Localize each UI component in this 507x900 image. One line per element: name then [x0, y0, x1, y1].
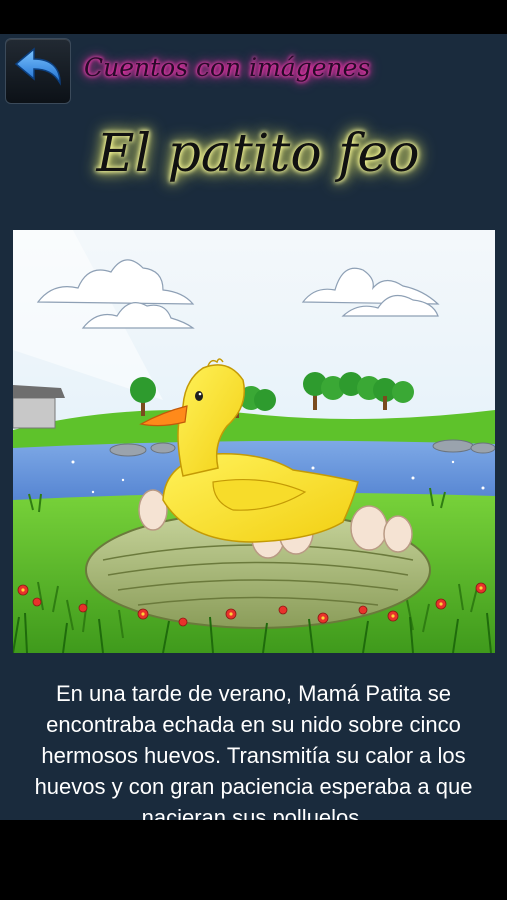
story-title: El patito feo [96, 124, 420, 184]
bottom-bar [0, 820, 507, 900]
status-bar [0, 0, 507, 34]
story-illustration [13, 230, 495, 653]
back-arrow-icon [14, 47, 61, 86]
app-subtitle: Cuentos con imágenes [84, 53, 371, 82]
story-screen: Cuentos con imágenes El patito feo En un… [0, 34, 507, 820]
back-button[interactable] [5, 38, 71, 104]
story-text: En una tarde de verano, Mamá Patita se e… [34, 681, 473, 820]
